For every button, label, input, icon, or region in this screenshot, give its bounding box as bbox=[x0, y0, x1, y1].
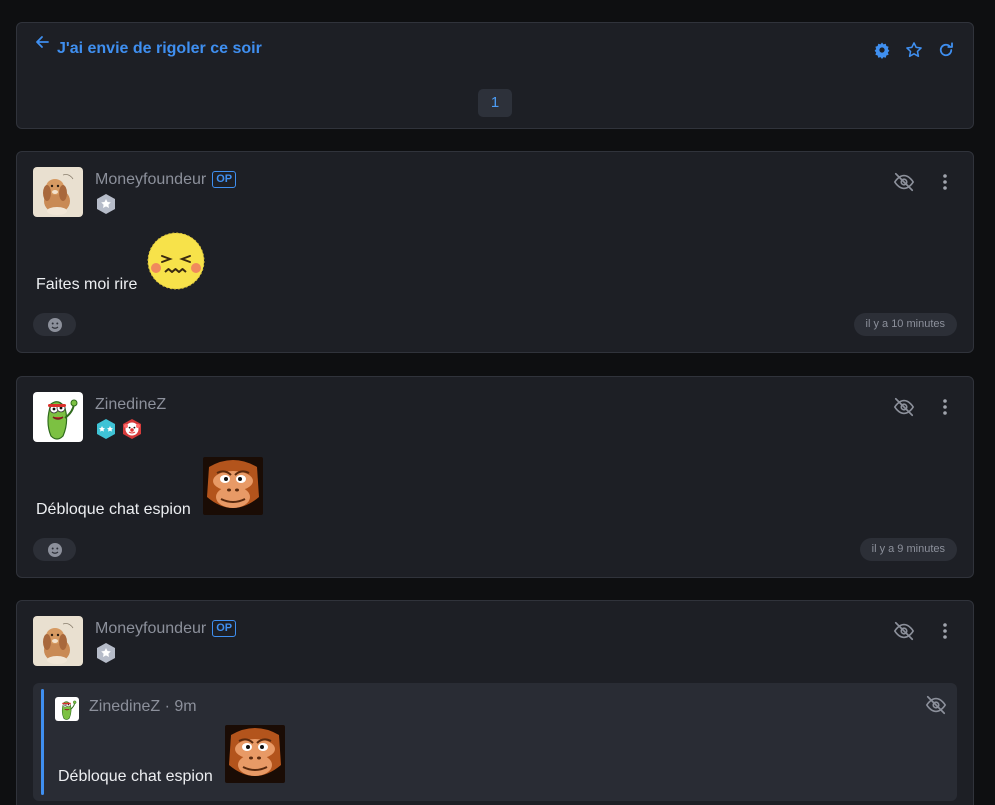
eye-off-icon[interactable] bbox=[893, 171, 915, 193]
quote-time: · 9m bbox=[160, 698, 197, 715]
post-author[interactable]: Moneyfoundeur OP bbox=[95, 171, 237, 189]
user-badges bbox=[95, 193, 117, 215]
post-card: Moneyfoundeur OP Faites moi rire il y a 1… bbox=[16, 151, 974, 353]
more-vertical-icon[interactable] bbox=[935, 621, 955, 641]
quote-username: ZinedineZ bbox=[89, 698, 161, 715]
eye-off-icon[interactable] bbox=[893, 396, 915, 418]
post-card: Moneyfoundeur OP ZinedineZ · 9m Débloque … bbox=[16, 600, 974, 805]
user-badges bbox=[95, 642, 117, 664]
eye-off-icon[interactable] bbox=[893, 620, 915, 642]
username-text[interactable]: ZinedineZ bbox=[95, 396, 166, 413]
post-text: Débloque chat espion bbox=[36, 501, 191, 518]
two-star-badge-icon bbox=[95, 418, 117, 440]
back-arrow-icon[interactable] bbox=[35, 35, 49, 49]
add-reaction-button[interactable] bbox=[33, 313, 76, 336]
star-icon[interactable] bbox=[905, 41, 923, 59]
user-badges bbox=[95, 418, 143, 440]
op-badge: OP bbox=[212, 620, 237, 637]
gear-icon[interactable] bbox=[873, 41, 891, 59]
emoji-icon bbox=[47, 542, 63, 558]
op-badge: OP bbox=[212, 171, 237, 188]
quote-bar bbox=[41, 689, 44, 795]
post-author[interactable]: ZinedineZ bbox=[95, 396, 166, 414]
post-author[interactable]: Moneyfoundeur OP bbox=[95, 620, 237, 638]
more-vertical-icon[interactable] bbox=[935, 397, 955, 417]
quote-author: ZinedineZ · 9m bbox=[89, 698, 197, 716]
refresh-icon[interactable] bbox=[937, 41, 955, 59]
post-card: ZinedineZ Débloque chat espion il y a 9 … bbox=[16, 376, 974, 578]
avatar[interactable] bbox=[33, 616, 83, 666]
post-text: Faites moi rire bbox=[36, 276, 138, 293]
post-timestamp: il y a 9 minutes bbox=[859, 538, 957, 561]
page-number-button[interactable]: 1 bbox=[478, 89, 512, 117]
avatar[interactable] bbox=[33, 392, 83, 442]
eye-off-icon[interactable] bbox=[925, 694, 947, 716]
silver-star-badge-icon bbox=[95, 642, 117, 664]
emoji-icon bbox=[47, 317, 63, 333]
avatar[interactable] bbox=[33, 167, 83, 217]
clown-badge-icon bbox=[121, 418, 143, 440]
post-timestamp: il y a 10 minutes bbox=[853, 313, 957, 336]
username-text[interactable]: Moneyfoundeur bbox=[95, 171, 206, 188]
thread-header: J'ai envie de rigoler ce soir 1 bbox=[16, 22, 974, 129]
donkey-kong-sticker-icon bbox=[225, 725, 285, 783]
quote-avatar bbox=[55, 697, 79, 721]
add-reaction-button[interactable] bbox=[33, 538, 76, 561]
username-text[interactable]: Moneyfoundeur bbox=[95, 620, 206, 637]
quote-text: Débloque chat espion bbox=[58, 768, 213, 785]
more-vertical-icon[interactable] bbox=[935, 172, 955, 192]
grimacing-blush-emoji-icon bbox=[147, 232, 205, 290]
donkey-kong-sticker-icon bbox=[203, 457, 263, 515]
quoted-post[interactable]: ZinedineZ · 9m Débloque chat espion bbox=[33, 683, 957, 801]
silver-star-badge-icon bbox=[95, 193, 117, 215]
thread-title[interactable]: J'ai envie de rigoler ce soir bbox=[57, 40, 262, 58]
